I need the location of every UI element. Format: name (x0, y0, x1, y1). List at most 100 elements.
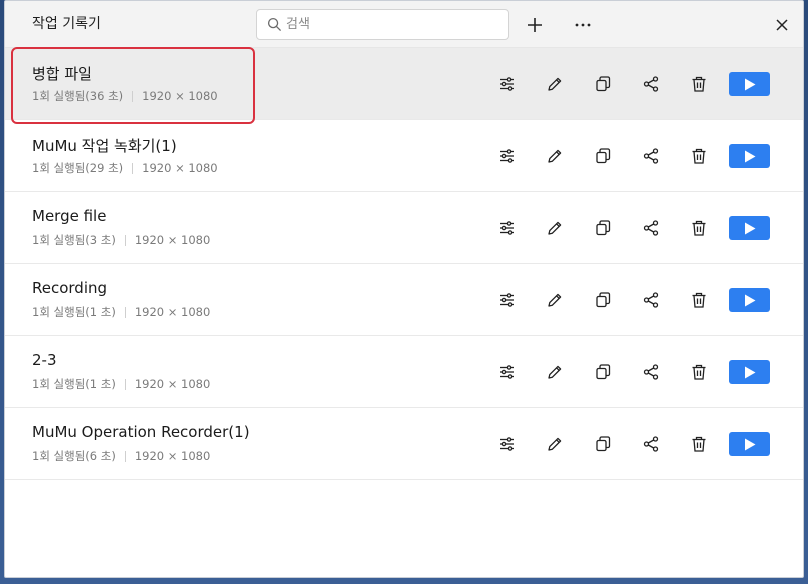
recording-meta: 1회 실행됨(6 초) 1920 × 1080 (32, 448, 210, 464)
meta-divider (132, 162, 134, 174)
search-input[interactable] (286, 17, 496, 32)
settings-sliders-icon (500, 149, 514, 163)
meta-divider (124, 450, 126, 462)
settings-button[interactable] (494, 431, 520, 457)
settings-sliders-icon (500, 77, 514, 91)
play-icon (744, 366, 755, 378)
delete-button[interactable] (686, 359, 712, 385)
play-button[interactable] (729, 432, 770, 456)
recording-list: 병합 파일 1회 실행됨(36 초) 1920 × 1080 MuMu 작업 녹… (5, 48, 803, 480)
close-icon (776, 19, 788, 31)
settings-sliders-icon (500, 293, 514, 307)
pencil-icon (548, 221, 562, 235)
recording-row[interactable]: 병합 파일 1회 실행됨(36 초) 1920 × 1080 (5, 48, 803, 120)
share-button[interactable] (638, 431, 664, 457)
edit-button[interactable] (542, 431, 568, 457)
recording-row[interactable]: Recording 1회 실행됨(1 초) 1920 × 1080 (5, 264, 803, 336)
recording-row[interactable]: 2-3 1회 실행됨(1 초) 1920 × 1080 (5, 336, 803, 408)
more-horizontal-icon (575, 23, 591, 27)
share-button[interactable] (638, 71, 664, 97)
run-count: 1회 실행됨(29 초) (32, 161, 124, 175)
copy-icon (596, 292, 611, 308)
trash-icon (692, 436, 706, 452)
recording-title: MuMu 작업 녹화기(1) (32, 137, 177, 155)
play-button[interactable] (729, 288, 770, 312)
meta-divider (124, 378, 126, 390)
delete-button[interactable] (686, 215, 712, 241)
play-button[interactable] (729, 144, 770, 168)
share-button[interactable] (638, 287, 664, 313)
search-icon (267, 17, 282, 32)
edit-button[interactable] (542, 71, 568, 97)
delete-button[interactable] (686, 71, 712, 97)
settings-button[interactable] (494, 359, 520, 385)
copy-icon (596, 148, 611, 164)
copy-button[interactable] (590, 287, 616, 313)
recording-row[interactable]: Merge file 1회 실행됨(3 초) 1920 × 1080 (5, 192, 803, 264)
recorder-window: 작업 기록기 병합 파일 1회 실행됨(36 초) (4, 0, 804, 578)
edit-button[interactable] (542, 143, 568, 169)
delete-button[interactable] (686, 431, 712, 457)
title-bar: 작업 기록기 (5, 1, 803, 48)
settings-button[interactable] (494, 287, 520, 313)
run-count: 1회 실행됨(1 초) (32, 377, 116, 391)
copy-button[interactable] (590, 143, 616, 169)
resolution: 1920 × 1080 (134, 305, 211, 319)
add-button[interactable] (522, 12, 548, 38)
copy-button[interactable] (590, 431, 616, 457)
pencil-icon (548, 293, 562, 307)
recording-meta: 1회 실행됨(36 초) 1920 × 1080 (32, 88, 218, 104)
edit-button[interactable] (542, 215, 568, 241)
share-icon (643, 148, 659, 164)
share-button[interactable] (638, 215, 664, 241)
settings-sliders-icon (500, 437, 514, 451)
delete-button[interactable] (686, 287, 712, 313)
run-count: 1회 실행됨(36 초) (32, 89, 124, 103)
settings-sliders-icon (500, 365, 514, 379)
meta-divider (124, 306, 126, 318)
share-icon (643, 76, 659, 92)
copy-button[interactable] (590, 215, 616, 241)
plus-icon (528, 18, 542, 32)
recording-meta: 1회 실행됨(29 초) 1920 × 1080 (32, 160, 218, 176)
trash-icon (692, 76, 706, 92)
copy-button[interactable] (590, 359, 616, 385)
search-box[interactable] (256, 9, 509, 40)
resolution: 1920 × 1080 (134, 233, 211, 247)
settings-button[interactable] (494, 143, 520, 169)
app-title: 작업 기록기 (32, 16, 101, 32)
resolution: 1920 × 1080 (134, 377, 211, 391)
play-icon (744, 78, 755, 90)
pencil-icon (548, 149, 562, 163)
trash-icon (692, 148, 706, 164)
pencil-icon (548, 77, 562, 91)
recording-title: 병합 파일 (32, 65, 92, 83)
more-button[interactable] (570, 12, 596, 38)
settings-sliders-icon (500, 221, 514, 235)
pencil-icon (548, 437, 562, 451)
copy-button[interactable] (590, 71, 616, 97)
settings-button[interactable] (494, 71, 520, 97)
recording-row[interactable]: MuMu 작업 녹화기(1) 1회 실행됨(29 초) 1920 × 1080 (5, 120, 803, 192)
share-button[interactable] (638, 359, 664, 385)
recording-title: Merge file (32, 207, 107, 225)
close-button[interactable] (769, 12, 795, 38)
edit-button[interactable] (542, 359, 568, 385)
settings-button[interactable] (494, 215, 520, 241)
play-button[interactable] (729, 360, 770, 384)
recording-title: 2-3 (32, 351, 57, 369)
copy-icon (596, 220, 611, 236)
resolution: 1920 × 1080 (142, 89, 218, 103)
trash-icon (692, 364, 706, 380)
play-icon (744, 294, 755, 306)
recording-row[interactable]: MuMu Operation Recorder(1) 1회 실행됨(6 초) 1… (5, 408, 803, 480)
share-button[interactable] (638, 143, 664, 169)
play-icon (744, 438, 755, 450)
edit-button[interactable] (542, 287, 568, 313)
delete-button[interactable] (686, 143, 712, 169)
run-count: 1회 실행됨(3 초) (32, 233, 116, 247)
play-button[interactable] (729, 72, 770, 96)
share-icon (643, 436, 659, 452)
play-button[interactable] (729, 216, 770, 240)
meta-divider (132, 90, 134, 102)
